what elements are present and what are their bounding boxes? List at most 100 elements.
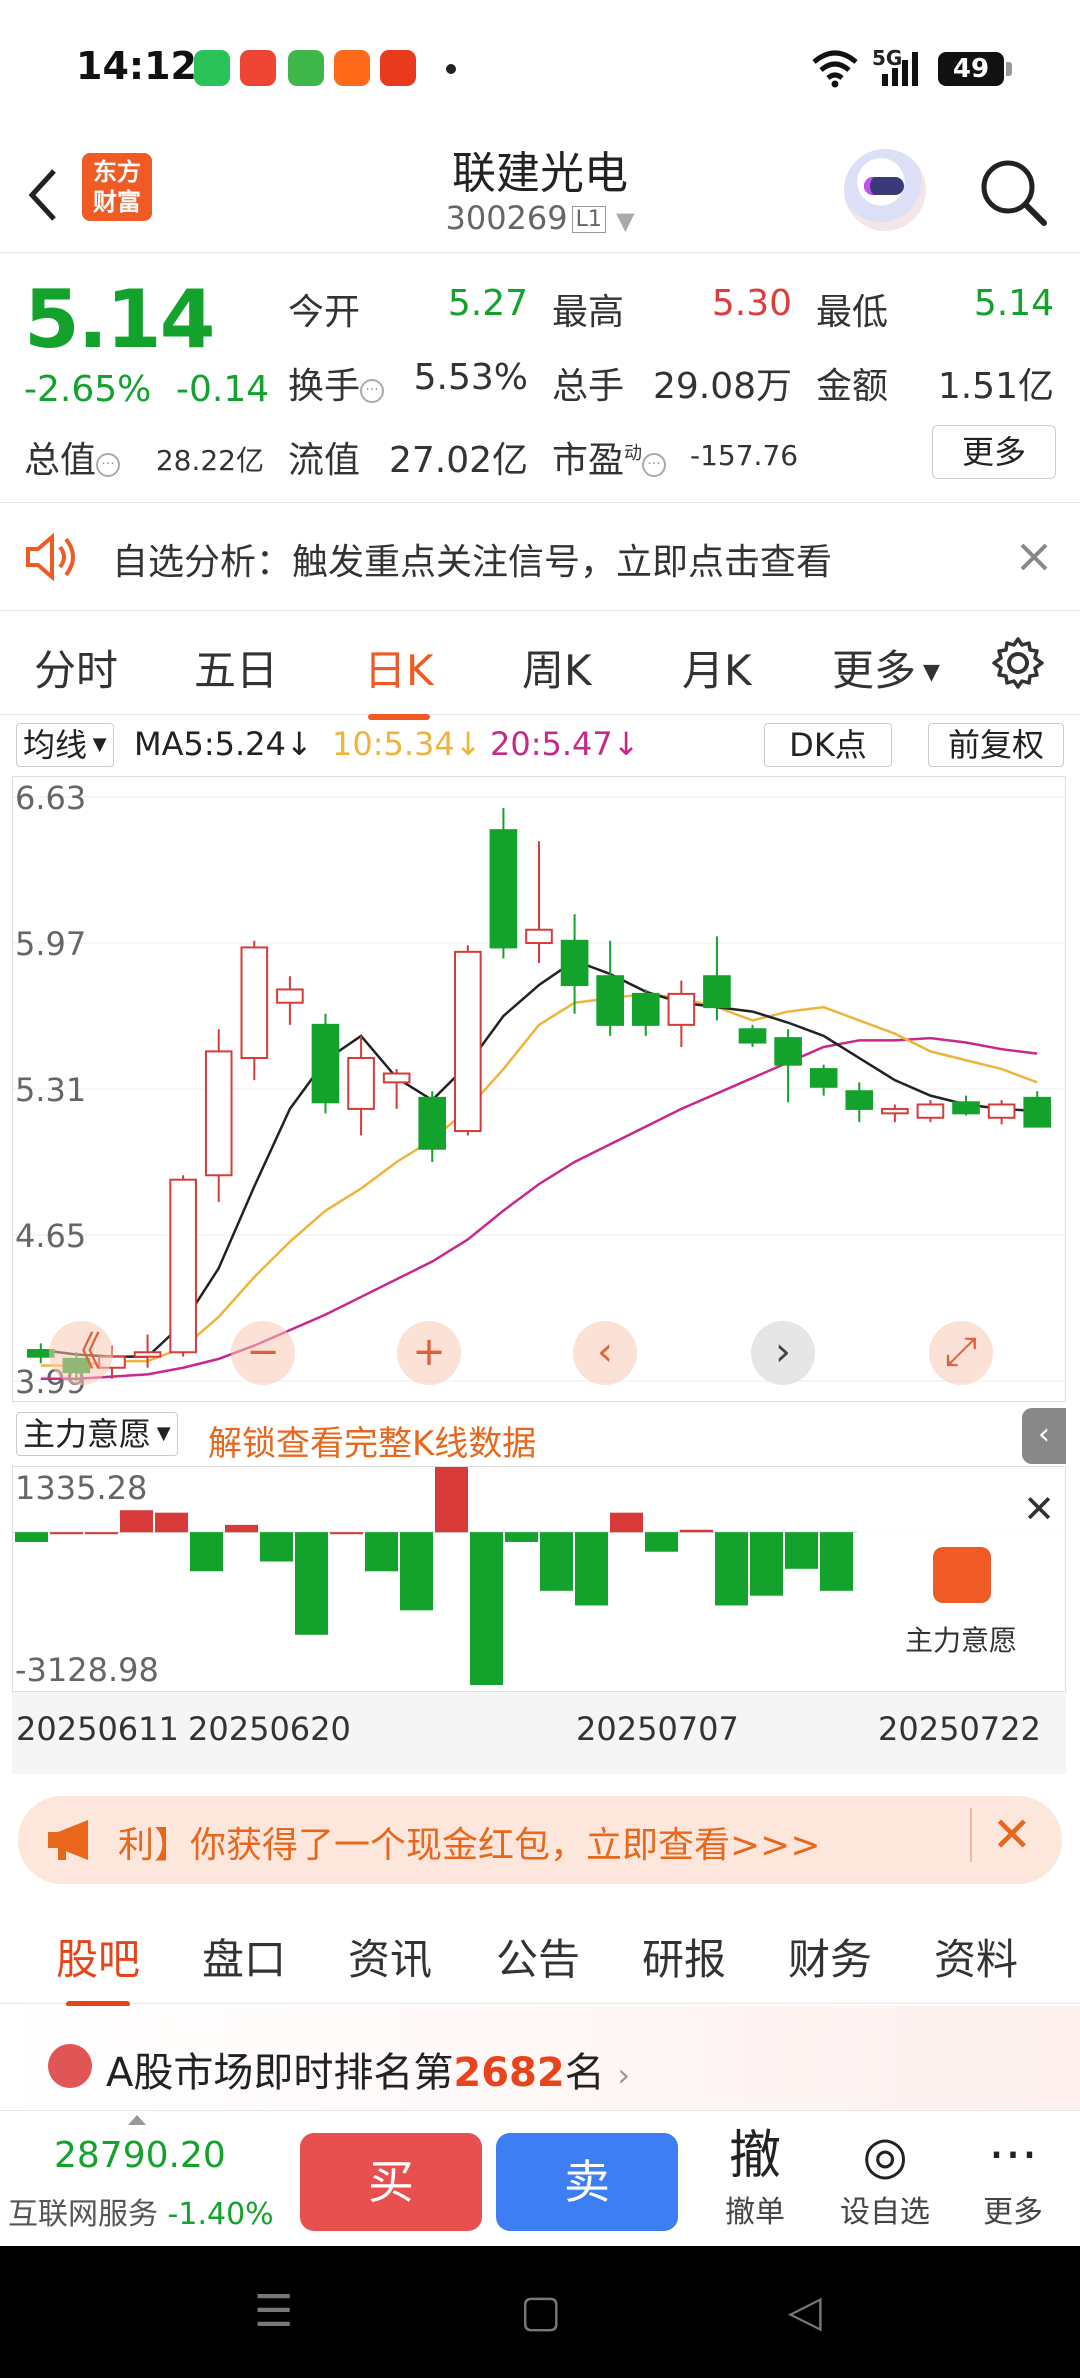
candle [133,1334,162,1368]
open-value: 5.27 [447,283,528,324]
zoom-out-button[interactable]: − [231,1321,295,1385]
indicator-bar [85,1532,118,1535]
tab-announcements[interactable]: 公告 [496,1926,580,1987]
add-watchlist-button[interactable]: ◎ 设自选 [830,2125,940,2231]
open-label: 今开 [288,292,361,333]
amount-value: 1.51亿 [937,366,1054,407]
candle-body [169,1178,197,1354]
back-nav-icon[interactable]: ◁ [788,2286,822,2337]
scroll-start-button[interactable]: 《 [49,1321,113,1385]
sector-index-value[interactable]: 28790.20 [54,2135,226,2176]
battery-icon: 49 [938,52,1012,86]
rank-number: 2682 [453,2050,565,2096]
candle [204,1029,233,1202]
tab-financials[interactable]: 财务 [788,1926,872,1987]
market-rank-row[interactable]: A股市场即时排名第2682名 › [0,2006,1080,2110]
indicator-bar [365,1532,398,1572]
cancel-order-icon: 撤 [728,2126,781,2186]
candle [240,940,269,1081]
scroll-right-button[interactable]: › [751,1321,815,1385]
unlock-kline-link[interactable]: 解锁查看完整K线数据 [208,1416,536,1465]
indicator-bar [400,1532,433,1611]
market-cap-label[interactable]: 总值 ··· [24,431,121,483]
candle-body [631,992,660,1026]
close-icon[interactable]: ✕ [969,1808,1032,1862]
zoom-in-button[interactable]: + [397,1321,461,1385]
scroll-left-button[interactable]: ‹ [573,1321,637,1385]
indicator-card-label: 主力意愿 [904,1624,1017,1657]
candle-body [311,1023,340,1104]
sell-button[interactable]: 卖 [496,2133,678,2231]
candle [667,980,696,1047]
candle-body [347,1057,375,1110]
tab-news[interactable]: 资讯 [348,1926,432,1987]
search-icon[interactable] [976,155,1052,231]
indicator-selector[interactable]: 主力意愿 ▼ [16,1412,178,1456]
info-icon: ··· [360,379,385,403]
indicator-bar [785,1532,818,1569]
candle-body [916,1103,945,1119]
candle-body [240,946,269,1060]
menu-icon[interactable]: ☰ [254,2286,293,2337]
forward-adjust-button[interactable]: 前复权 [928,723,1064,767]
chevron-down-icon: ▼ [616,207,635,235]
date-label: 20250707 [576,1710,739,1748]
indicator-bar [470,1532,503,1686]
date-label: 20250722 [878,1710,1041,1748]
home-icon[interactable]: ▢ [520,2286,562,2337]
turnover-label[interactable]: 换手 ··· [288,357,385,409]
buy-button[interactable]: 买 [300,2133,482,2231]
close-icon[interactable] [1018,541,1050,573]
dk-point-button[interactable]: DK点 [764,723,892,767]
y-tick-label: 5.31 [15,1071,86,1109]
ma-legend-bar: 均线 ▼ MA5:5.24↓ 10:5.34↓ 20:5.47↓ DK点 前复权 [0,715,1080,771]
turnover-value: 5.53% [413,357,528,398]
candle [454,945,482,1136]
gear-icon[interactable] [990,635,1046,691]
candlestick-chart[interactable]: 6.63 5.97 5.31 4.65 3.99 《 − + ‹ › ⤢ [12,776,1066,1402]
tab-guba[interactable]: 股吧 [56,1926,140,2007]
ai-assistant-robot-icon[interactable] [844,149,926,231]
camera-app-icon [334,50,370,86]
candle-body [881,1107,909,1115]
tab-five-day[interactable]: 五日 [194,637,278,698]
analysis-banner[interactable]: 自选分析：触发重点关注信号，立即点击查看 [0,503,1080,611]
change-percent: -2.65% [24,369,152,410]
indicator-card[interactable]: ✕ 主力意愿 [857,1487,1065,1687]
candle-body [667,992,696,1026]
signal-icon [882,52,918,86]
close-icon[interactable]: ✕ [1023,1487,1055,1531]
candle-body [382,1072,411,1084]
pe-label[interactable]: 市盈动 ··· [552,431,667,483]
tab-monthly-k[interactable]: 月K [682,637,752,698]
sector-index[interactable]: 互联网服务 -1.40% [8,2189,274,2233]
tab-order-book[interactable]: 盘口 [202,1926,286,1987]
caret-up-icon [128,2115,146,2125]
current-price: 5.14 [24,273,215,366]
more-quote-button[interactable]: 更多 [932,425,1056,479]
tab-daily-k[interactable]: 日K [364,637,434,720]
tab-more[interactable]: 更多 ▼ [832,637,940,698]
tab-research[interactable]: 研报 [642,1926,726,1987]
more-actions-button[interactable]: ··· 更多 [958,2125,1068,2231]
red-packet-promo[interactable]: 利】你获得了一个现金红包，立即查看>>> ✕ [18,1796,1062,1884]
indicator-bar [120,1510,153,1533]
indicator-bar [575,1532,608,1606]
indicator-bar [435,1467,468,1533]
fullscreen-button[interactable]: ⤢ [929,1321,993,1385]
promo-text: 利】你获得了一个现金红包，立即查看>>> [118,1825,821,1866]
date-label: 20250611 [16,1710,179,1748]
candle-body [738,1028,767,1044]
trade-bar: 28790.20 互联网服务 -1.40% 买 卖 撤 撤单 ◎ 设自选 ···… [0,2110,1080,2246]
indicator-bar [610,1512,643,1533]
tab-intraday[interactable]: 分时 [34,637,118,698]
indicator-chart[interactable]: 1335.28 -3128.98 ✕ 主力意愿 [12,1466,1066,1692]
candle-body [418,1096,447,1150]
ma-selector[interactable]: 均线 ▼ [16,723,114,767]
cancel-order-button[interactable]: 撤 撤单 [700,2125,810,2231]
megaphone-icon [48,1820,88,1860]
tab-weekly-k[interactable]: 周K [522,637,592,698]
collapse-panel-button[interactable]: ‹ [1022,1408,1066,1464]
tab-profile[interactable]: 资料 [934,1926,1018,1987]
candle-body [133,1351,162,1358]
